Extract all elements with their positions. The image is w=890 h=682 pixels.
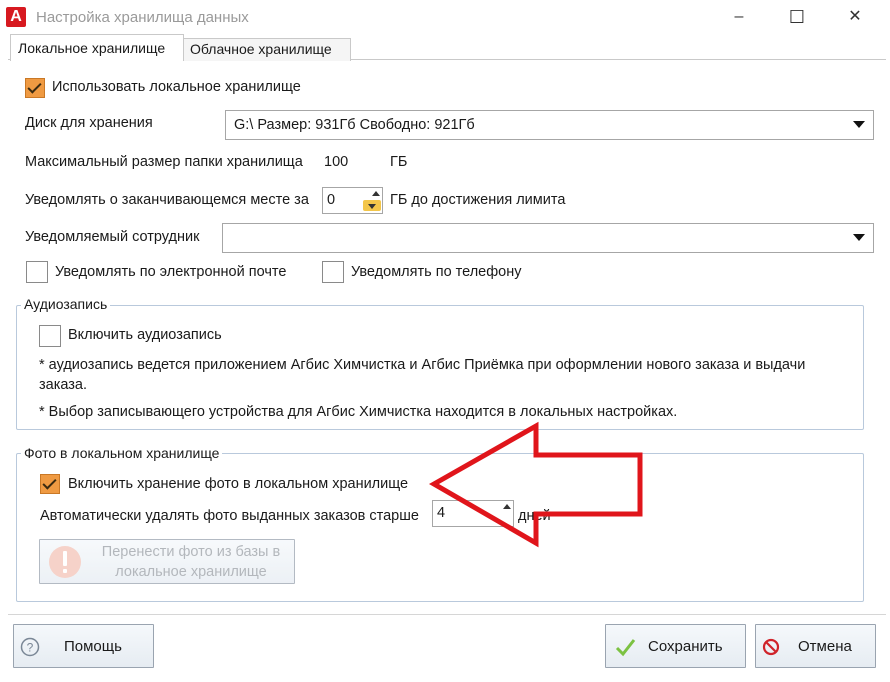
use-local-checkbox[interactable] bbox=[25, 78, 45, 98]
chevron-down-icon bbox=[853, 121, 865, 128]
max-size-label: Максимальный размер папки хранилища bbox=[25, 154, 303, 170]
checkmark-icon bbox=[615, 639, 636, 657]
help-button[interactable]: ? Помощь bbox=[13, 624, 154, 668]
notify-suffix: ГБ до достижения лимита bbox=[390, 192, 566, 208]
spin-down-icon[interactable] bbox=[363, 200, 381, 211]
notify-label: Уведомлять о заканчивающемся месте за bbox=[25, 192, 309, 208]
app-logo-icon: A bbox=[6, 7, 26, 27]
minimize-button[interactable]: – bbox=[716, 0, 762, 34]
chevron-down-icon bbox=[853, 234, 865, 241]
svg-text:?: ? bbox=[27, 641, 34, 655]
tab-label: Локальное хранилище bbox=[18, 40, 166, 56]
use-local-label: Использовать локальное хранилище bbox=[52, 79, 301, 95]
audio-legend: Аудиозапись bbox=[21, 296, 111, 312]
cancel-icon bbox=[762, 638, 780, 656]
employee-select[interactable] bbox=[222, 223, 874, 253]
enable-photo-label: Включить хранение фото в локальном храни… bbox=[68, 476, 409, 492]
audio-note-2: * Выбор записывающего устройства для Агб… bbox=[39, 404, 678, 420]
autodelete-spinner[interactable]: 4 bbox=[432, 500, 514, 527]
save-button[interactable]: Сохранить bbox=[605, 624, 746, 668]
help-icon: ? bbox=[20, 637, 40, 657]
cancel-button[interactable]: Отмена bbox=[755, 624, 876, 668]
notify-spinner[interactable]: 0 bbox=[322, 187, 383, 214]
photo-legend: Фото в локальном хранилище bbox=[21, 445, 223, 461]
window-title: Настройка хранилища данных bbox=[36, 9, 249, 26]
max-size-value: 100 bbox=[324, 154, 349, 170]
spin-up-icon[interactable] bbox=[503, 504, 511, 509]
employee-label: Уведомляемый сотрудник bbox=[25, 229, 200, 245]
enable-audio-checkbox[interactable] bbox=[39, 325, 61, 347]
cancel-label: Отмена bbox=[798, 638, 852, 655]
autodelete-unit: дней bbox=[518, 508, 551, 524]
audio-note-1b: заказа. bbox=[39, 377, 88, 393]
disk-select[interactable]: G:\ Размер: 931Гб Свободно: 921Гб bbox=[225, 110, 874, 140]
tab-local-storage[interactable]: Локальное хранилище bbox=[10, 34, 184, 61]
warning-icon bbox=[49, 546, 81, 578]
move-photos-button[interactable]: Перенести фото из базы в локальное храни… bbox=[39, 539, 295, 584]
move-photos-line1: Перенести фото из базы в bbox=[101, 544, 281, 560]
notify-phone-label: Уведомлять по телефону bbox=[351, 264, 522, 280]
tab-label: Облачное хранилище bbox=[190, 41, 332, 57]
tab-cloud-storage[interactable]: Облачное хранилище bbox=[182, 38, 351, 61]
notify-email-checkbox[interactable] bbox=[26, 261, 48, 283]
close-button[interactable]: ✕ bbox=[832, 0, 878, 34]
disk-value: G:\ Размер: 931Гб Свободно: 921Гб bbox=[234, 117, 475, 133]
enable-audio-label: Включить аудиозапись bbox=[68, 327, 222, 343]
help-label: Помощь bbox=[64, 638, 122, 655]
maximize-button[interactable]: ☐ bbox=[774, 0, 820, 34]
autodelete-value: 4 bbox=[437, 505, 446, 521]
footer-divider bbox=[8, 614, 886, 615]
move-photos-line2: локальное хранилище bbox=[115, 564, 267, 580]
autodelete-label: Автоматически удалять фото выданных зака… bbox=[40, 508, 419, 524]
notify-phone-checkbox[interactable] bbox=[322, 261, 344, 283]
save-label: Сохранить bbox=[648, 638, 723, 655]
notify-value: 0 bbox=[327, 192, 336, 208]
notify-email-label: Уведомлять по электронной почте bbox=[55, 264, 287, 280]
max-size-unit: ГБ bbox=[390, 154, 408, 170]
disk-label: Диск для хранения bbox=[25, 115, 153, 131]
enable-photo-checkbox[interactable] bbox=[40, 474, 60, 494]
audio-note-1: * аудиозапись ведется приложением Агбис … bbox=[39, 357, 806, 373]
spin-up-icon[interactable] bbox=[372, 191, 380, 196]
